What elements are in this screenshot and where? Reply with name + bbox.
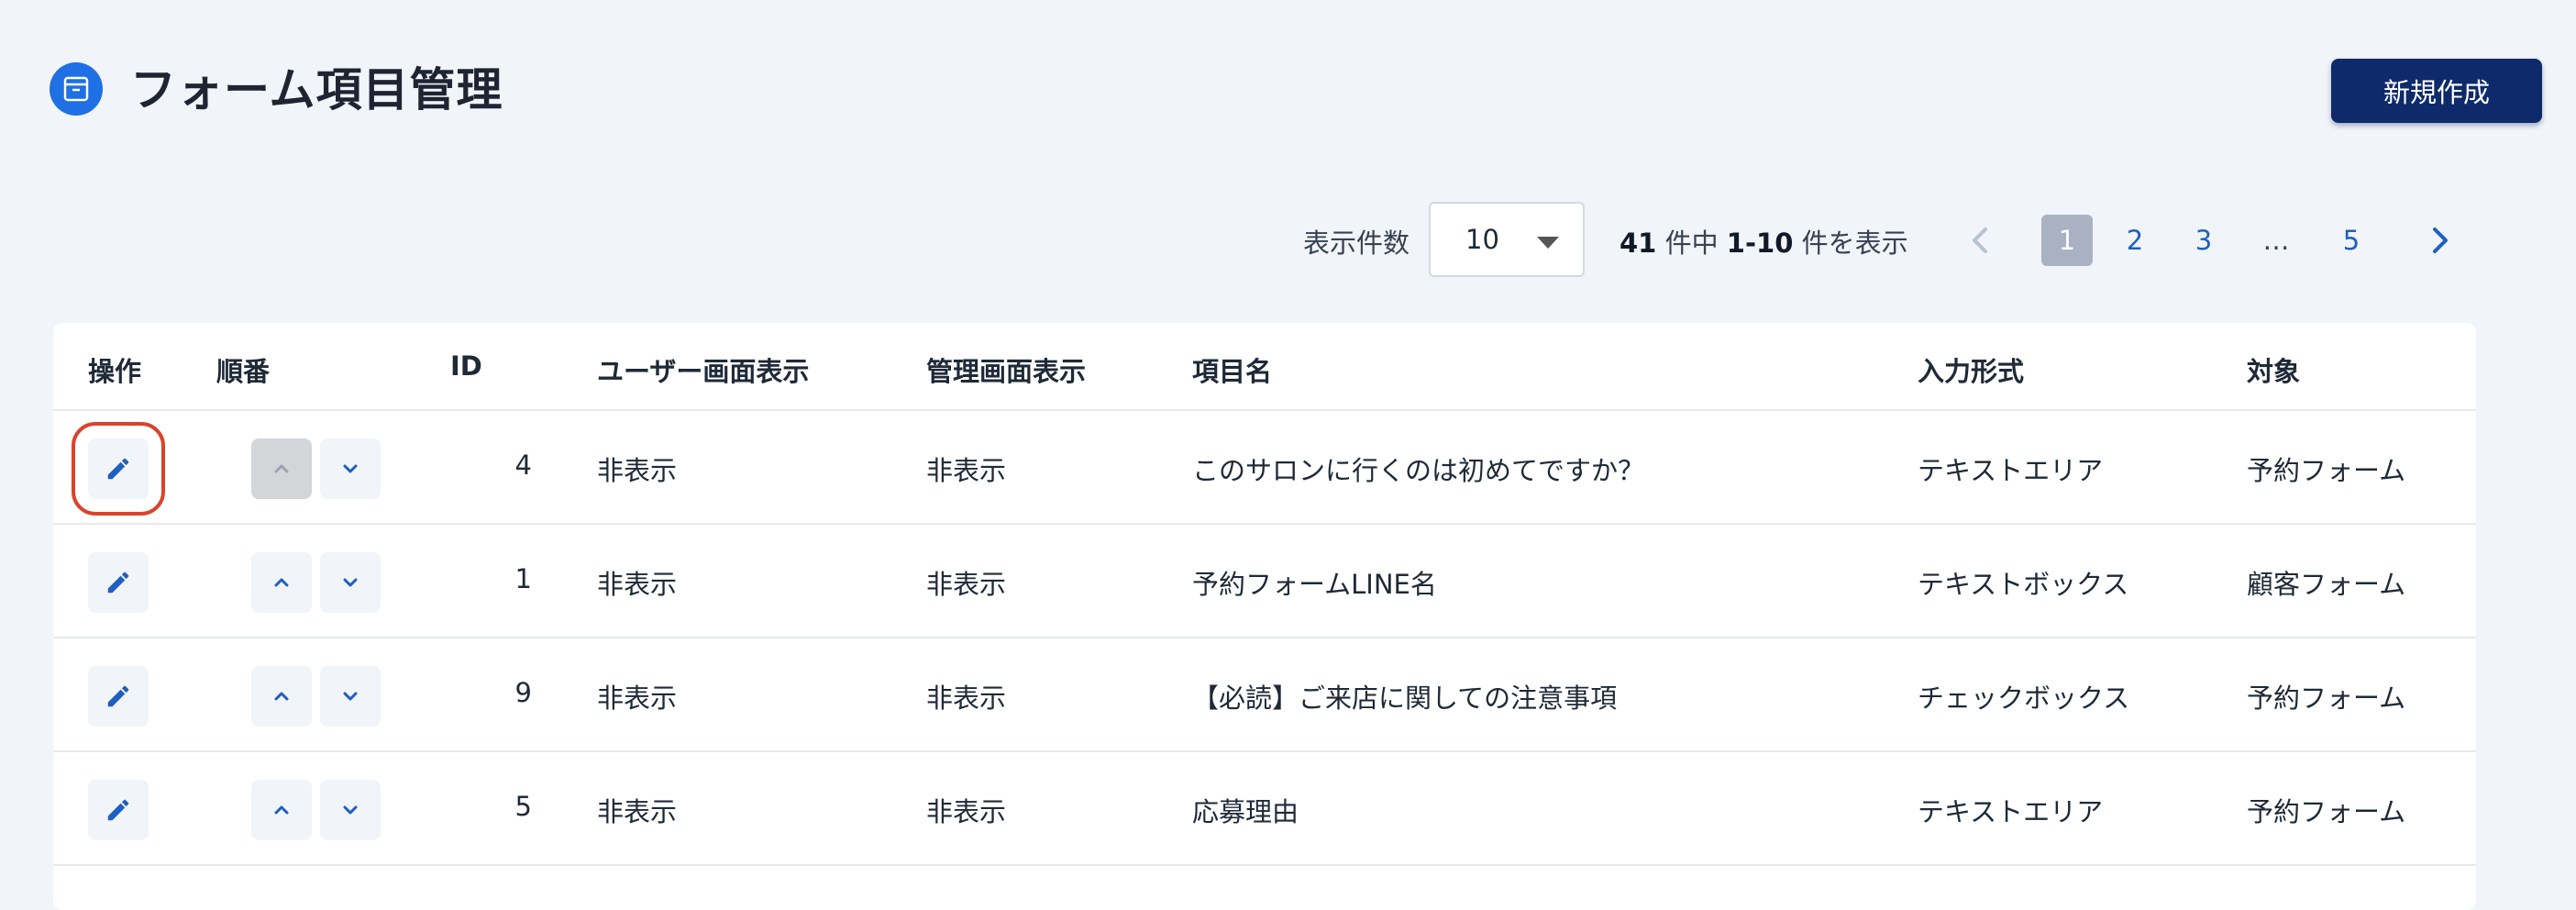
move-up-button[interactable] bbox=[251, 552, 312, 613]
chevron-up-icon bbox=[274, 692, 289, 701]
per-page-value: 10 bbox=[1465, 224, 1499, 255]
page-1-button[interactable]: 1 bbox=[2041, 215, 2093, 266]
total-count: 41 bbox=[1620, 228, 1657, 259]
chevron-down-icon bbox=[343, 692, 358, 701]
chevron-down-icon bbox=[343, 464, 358, 473]
cell-input-type: テキストエリア bbox=[1918, 796, 2104, 827]
move-up-button[interactable] bbox=[251, 438, 312, 499]
column-header-admin-display: 管理画面表示 bbox=[926, 356, 1087, 387]
cell-target: 予約フォーム bbox=[2247, 796, 2406, 827]
cell-input-type: テキストボックス bbox=[1918, 569, 2129, 600]
edit-button[interactable] bbox=[88, 552, 149, 613]
form-items-table: 操作 順番 ID ユーザー画面表示 管理画面表示 項目名 入力形式 対象 4 非… bbox=[53, 323, 2476, 910]
move-down-button[interactable] bbox=[320, 552, 381, 613]
table-row: 9 非表示 非表示 【必読】ご来店に関しての注意事項 チェックボックス 予約フォ… bbox=[53, 637, 2476, 752]
column-header-user-display: ユーザー画面表示 bbox=[597, 356, 810, 387]
cell-item-name: 応募理由 bbox=[1192, 796, 1299, 827]
cell-admin-display: 非表示 bbox=[926, 455, 1007, 486]
cell-target: 顧客フォーム bbox=[2247, 569, 2406, 600]
cell-id: 5 bbox=[514, 791, 532, 822]
edit-button[interactable] bbox=[88, 666, 149, 727]
move-down-button[interactable] bbox=[320, 780, 381, 840]
page-header: フォーム項目管理 新規作成 bbox=[50, 59, 2542, 125]
cell-id: 1 bbox=[514, 563, 532, 594]
cell-item-name: 【必読】ご来店に関しての注意事項 bbox=[1192, 682, 1618, 714]
cell-input-type: テキストエリア bbox=[1918, 455, 2104, 486]
summary-suffix: 件を表示 bbox=[1793, 228, 1908, 259]
chevron-right-icon[interactable] bbox=[2421, 222, 2458, 259]
cell-id: 4 bbox=[514, 449, 532, 481]
pencil-icon bbox=[107, 458, 129, 480]
column-header-target: 対象 bbox=[2247, 356, 2301, 387]
table-row: 4 非表示 非表示 このサロンに行くのは初めてですか？ テキストエリア 予約フォ… bbox=[53, 409, 2476, 525]
caret-down-icon bbox=[1537, 237, 1559, 249]
table-row bbox=[53, 864, 2476, 903]
edit-button[interactable] bbox=[72, 422, 165, 516]
chevron-down-icon bbox=[343, 805, 358, 815]
cell-admin-display: 非表示 bbox=[926, 569, 1007, 600]
column-header-order: 順番 bbox=[216, 356, 271, 387]
cell-item-name: このサロンに行くのは初めてですか？ bbox=[1192, 455, 1645, 486]
archive-box-icon bbox=[50, 62, 103, 116]
cell-user-display: 非表示 bbox=[597, 569, 678, 600]
cell-id: 9 bbox=[514, 677, 532, 708]
shown-range: 1-10 bbox=[1726, 228, 1794, 259]
page-5-button[interactable]: 5 bbox=[2326, 215, 2377, 266]
table-row: 5 非表示 非表示 応募理由 テキストエリア 予約フォーム bbox=[53, 750, 2476, 866]
cell-user-display: 非表示 bbox=[597, 796, 678, 827]
chevron-up-icon bbox=[274, 464, 289, 473]
chevron-left-icon[interactable] bbox=[1962, 222, 1999, 259]
new-create-button[interactable]: 新規作成 bbox=[2331, 59, 2542, 123]
page-2-button[interactable]: 2 bbox=[2109, 215, 2161, 266]
column-header-item-name: 項目名 bbox=[1192, 356, 1273, 387]
cell-item-name: 予約フォームLINE名 bbox=[1192, 569, 1437, 600]
list-toolbar: 表示件数 10 41 件中 1-10 件を表示 1 2 3 … 5 bbox=[0, 202, 2576, 279]
page-ellipsis: … bbox=[2262, 225, 2290, 256]
chevron-up-icon bbox=[274, 805, 289, 815]
pencil-icon bbox=[107, 685, 129, 707]
page-3-button[interactable]: 3 bbox=[2178, 215, 2229, 266]
per-page-label: 表示件数 bbox=[1303, 228, 1410, 259]
summary-of-label: 件中 bbox=[1656, 228, 1727, 259]
column-header-input-type: 入力形式 bbox=[1918, 356, 2025, 387]
column-header-actions: 操作 bbox=[88, 356, 142, 387]
result-summary: 41 件中 1-10 件を表示 bbox=[1620, 222, 1908, 261]
cell-target: 予約フォーム bbox=[2247, 455, 2406, 486]
chevron-down-icon bbox=[343, 578, 358, 587]
table-row: 1 非表示 非表示 予約フォームLINE名 テキストボックス 顧客フォーム bbox=[53, 523, 2476, 638]
cell-user-display: 非表示 bbox=[597, 455, 678, 486]
cell-user-display: 非表示 bbox=[597, 682, 678, 714]
move-down-button[interactable] bbox=[320, 666, 381, 727]
move-up-button[interactable] bbox=[251, 780, 312, 840]
cell-admin-display: 非表示 bbox=[926, 796, 1007, 827]
cell-admin-display: 非表示 bbox=[926, 682, 1007, 714]
cell-target: 予約フォーム bbox=[2247, 682, 2406, 714]
move-down-button[interactable] bbox=[320, 438, 381, 499]
chevron-up-icon bbox=[274, 578, 289, 587]
move-up-button[interactable] bbox=[251, 666, 312, 727]
pencil-icon bbox=[107, 799, 129, 821]
pencil-icon bbox=[107, 572, 129, 594]
cell-input-type: チェックボックス bbox=[1918, 682, 2130, 714]
column-header-id: ID bbox=[450, 350, 482, 382]
page-title: フォーム項目管理 bbox=[130, 63, 503, 117]
edit-button[interactable] bbox=[88, 780, 149, 840]
per-page-select[interactable]: 10 bbox=[1429, 202, 1585, 277]
